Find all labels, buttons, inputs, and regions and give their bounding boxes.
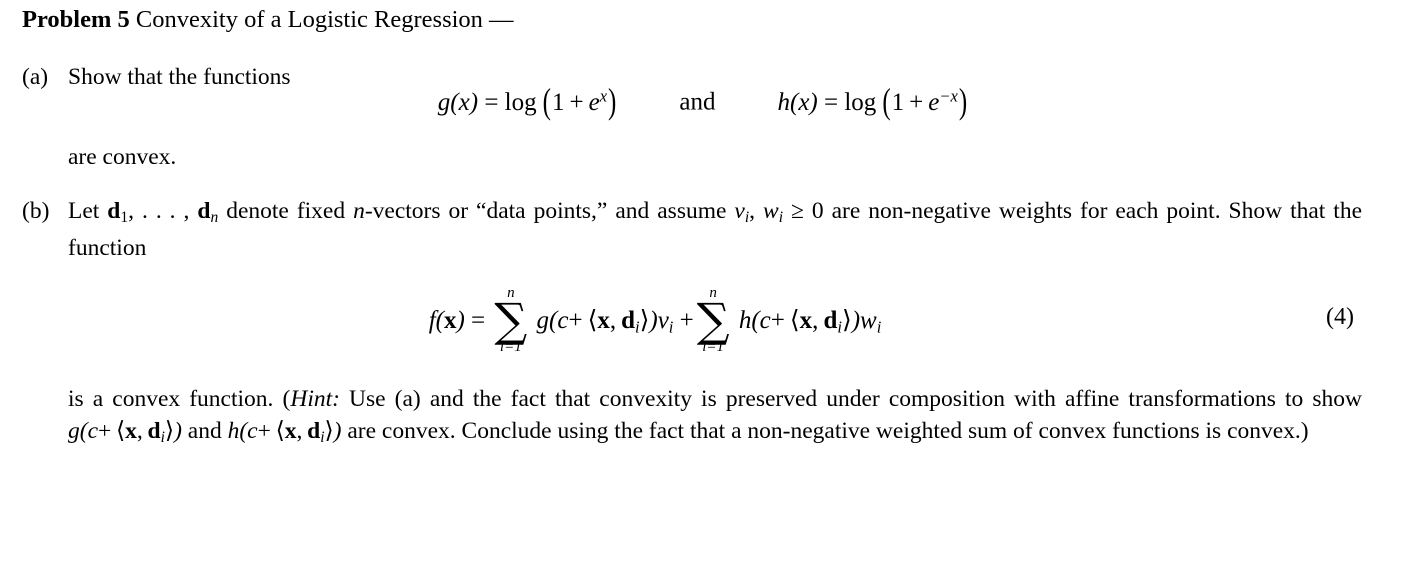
eq4-lhs: f(x) = <box>428 306 486 334</box>
eq4-term-2: h(c+ ⟨x, di⟩)wi <box>738 304 882 336</box>
problem-heading: Problem 5 Convexity of a Logistic Regres… <box>22 6 514 34</box>
item-a-trailing-body: are convex. <box>68 142 1362 173</box>
item-b-continued-body: is a convex function. (Hint: Use (a) and… <box>68 384 1362 453</box>
pb1-t3: -vectors or “data points,” and assume <box>364 198 735 224</box>
pb1-weights: vi, wi <box>734 198 784 227</box>
equation-a-conjunction: and <box>679 88 716 116</box>
problem-title: Convexity of a Logistic Regression — <box>135 6 514 33</box>
equation-number-4: (4) <box>1326 304 1354 330</box>
hint-label: Hint: <box>290 386 340 412</box>
pb1-t2: denote fixed <box>218 198 354 224</box>
problem-label: Problem 5 <box>22 6 130 33</box>
pb2-t2: Use (a) and the fact that convexity is p… <box>339 386 1363 412</box>
pb2-expr-h: h(c+ ⟨x, di⟩) <box>227 416 342 447</box>
item-b-paragraph-2: is a convex function. (Hint: Use (a) and… <box>68 384 1362 453</box>
item-a-trailing-text: are convex. <box>68 144 177 170</box>
pb2-expr-g: g(c+ ⟨x, di⟩) <box>68 416 182 447</box>
problem-item-b: (b) Let d1, . . . , dn denote fixed n-ve… <box>22 196 1362 264</box>
item-marker-b: (b) <box>22 198 50 224</box>
display-equation-a: g(x) = log (1 + ex) and h(x) = log (1 + e−… <box>0 82 1406 122</box>
display-equation-4: f(x) = n ∑ i=1 g(c+ ⟨x, di⟩)vi + n ∑ i=1 h(c+… <box>0 286 1406 366</box>
item-body-b: Let d1, . . . , dn denote fixed n-vector… <box>68 196 1362 264</box>
pb1-t1: Let <box>68 198 108 224</box>
equation-a-left: g(x) = log (1 + ex) <box>437 82 617 122</box>
item-b-continued: is a convex function. (Hint: Use (a) and… <box>22 384 1362 453</box>
pb2-t4: are convex. Conclude using the fact that… <box>341 418 1309 444</box>
document-page: Problem 5 Convexity of a Logistic Regres… <box>0 0 1406 562</box>
eq4-term-1: g(c+ ⟨x, di⟩)vi + <box>536 304 694 336</box>
equation-a-right: h(x) = log (1 + e−x) <box>777 82 968 122</box>
item-b-paragraph-1: Let d1, . . . , dn denote fixed n-vector… <box>68 196 1362 264</box>
pb2-t1: is a convex function. ( <box>68 386 291 412</box>
pb1-n: n <box>353 198 365 224</box>
summation-2: n ∑ i=1 <box>696 285 730 356</box>
pb1-vectors: d1, . . . , dn <box>107 198 219 227</box>
item-a-trailing: are convex. <box>22 142 1362 173</box>
equation-4-body: f(x) = n ∑ i=1 g(c+ ⟨x, di⟩)vi + n ∑ i=1 h(c+… <box>0 286 1310 355</box>
summation-1: n ∑ i=1 <box>494 285 528 356</box>
pb2-t3: and <box>181 418 228 444</box>
